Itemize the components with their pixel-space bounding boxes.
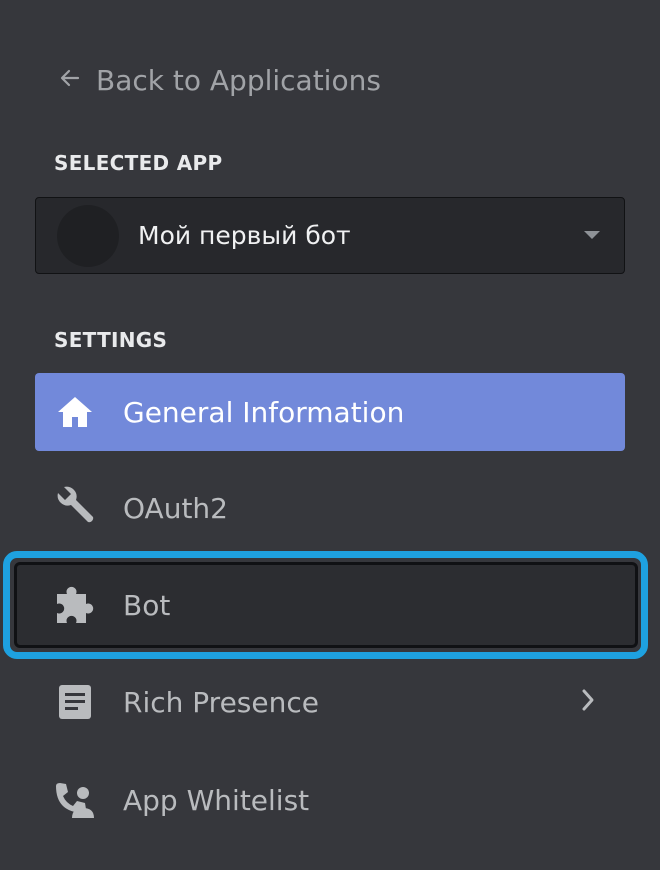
nav-item-bot[interactable]: Bot (35, 566, 625, 644)
chevron-right-icon (581, 688, 595, 716)
home-icon (51, 388, 99, 436)
person-phone-icon (51, 776, 99, 824)
app-settings-sidebar: Back to Applications SELECTED APP Мой пе… (0, 0, 660, 870)
back-link-label: Back to Applications (96, 63, 381, 97)
selected-app-name: Мой первый бот (138, 221, 351, 250)
nav-item-general-information[interactable]: General Information (35, 373, 625, 451)
nav-label-oauth2: OAuth2 (123, 491, 228, 525)
app-avatar (57, 204, 119, 267)
nav-label-rich-presence: Rich Presence (123, 685, 319, 719)
nav-item-oauth2[interactable]: OAuth2 (35, 469, 625, 547)
nav-label-general-information: General Information (123, 395, 405, 429)
arrow-left-icon (58, 64, 96, 97)
nav-item-rich-presence[interactable]: Rich Presence (35, 663, 625, 741)
app-selector-dropdown[interactable]: Мой первый бот (35, 197, 625, 274)
nav-label-bot: Bot (123, 588, 171, 622)
puzzle-icon (51, 581, 99, 629)
back-to-applications-link[interactable]: Back to Applications (58, 58, 381, 102)
caret-down-icon (582, 226, 602, 245)
settings-heading: SETTINGS (54, 328, 168, 352)
document-icon (51, 678, 99, 726)
wrench-icon (51, 484, 99, 532)
nav-label-app-whitelist: App Whitelist (123, 783, 310, 817)
selected-app-heading: SELECTED APP (54, 151, 223, 175)
nav-item-app-whitelist[interactable]: App Whitelist (35, 761, 625, 839)
